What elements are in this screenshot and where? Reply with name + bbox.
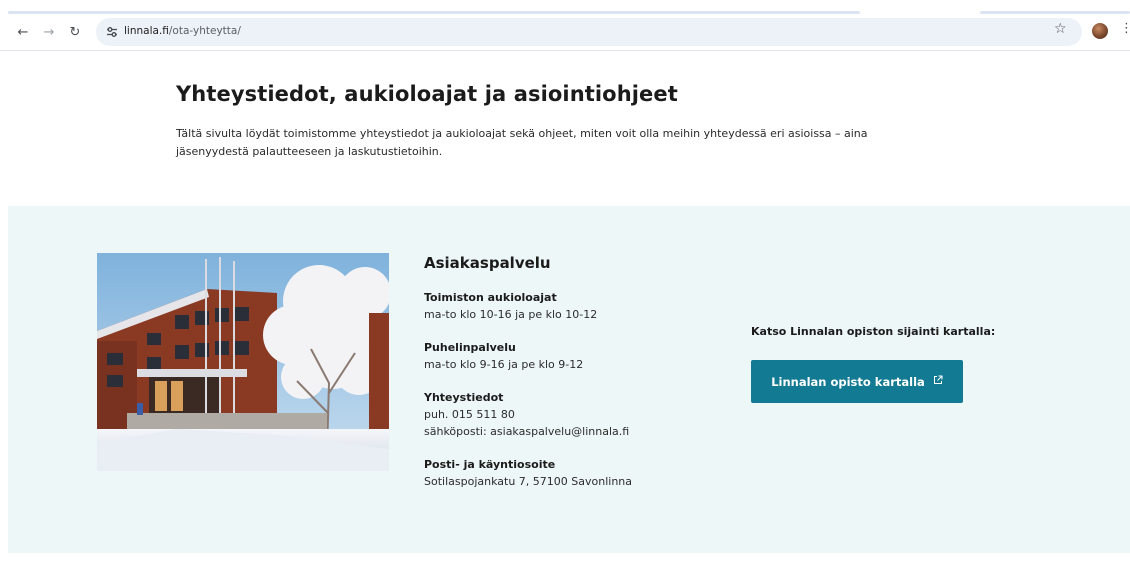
browser-toolbar: ← → ↻ linnala.fi/ota-yhteytta/ ☆ ⋮ (0, 14, 1130, 51)
office-hours-value: ma-to klo 10-16 ja pe klo 10-12 (424, 308, 598, 321)
url-host: linnala.fi (124, 25, 169, 37)
address-value: Sotilaspojankatu 7, 57100 Savonlinna (424, 475, 633, 488)
address-label: Posti- ja käyntiosoite (424, 458, 556, 471)
phone-service-value: ma-to klo 9-16 ja pe klo 9-12 (424, 358, 584, 371)
url-text: linnala.fi/ota-yhteytta/ (124, 25, 241, 37)
external-link-icon (933, 375, 943, 388)
forward-icon[interactable]: → (40, 23, 58, 41)
office-hours-block: Toimiston aukioloajat ma-to klo 10-16 ja… (424, 290, 714, 323)
building-photo (97, 253, 389, 471)
url-path: /ota-yhteytta/ (168, 25, 241, 37)
customer-service-info: Asiakaspalvelu Toimiston aukioloajat ma-… (424, 254, 714, 507)
page-title: Yhteystiedot, aukioloajat ja asiointiohj… (176, 82, 678, 106)
phone-number[interactable]: puh. 015 511 80 (424, 406, 714, 423)
back-icon[interactable]: ← (14, 23, 32, 41)
bookmark-star-icon[interactable]: ☆ (1054, 22, 1067, 36)
contact-details-label: Yhteystiedot (424, 391, 504, 404)
site-info-icon[interactable] (104, 24, 120, 40)
phone-service-block: Puhelinpalvelu ma-to klo 9-16 ja pe klo … (424, 340, 714, 373)
reload-icon[interactable]: ↻ (66, 23, 84, 41)
phone-service-label: Puhelinpalvelu (424, 341, 516, 354)
address-bar[interactable]: linnala.fi/ota-yhteytta/ (96, 18, 1082, 46)
section-heading: Asiakaspalvelu (424, 254, 551, 272)
address-block: Posti- ja käyntiosoite Sotilaspojankatu … (424, 457, 714, 490)
kebab-menu-icon[interactable]: ⋮ (1120, 22, 1130, 35)
office-hours-label: Toimiston aukioloajat (424, 291, 557, 304)
intro-text: Tältä sivulta löydät toimistomme yhteyst… (176, 127, 868, 158)
map-button-label: Linnalan opisto kartalla (771, 374, 925, 389)
map-link-button[interactable]: Linnalan opisto kartalla (751, 360, 963, 403)
contact-section: Asiakaspalvelu Toimiston aukioloajat ma-… (8, 206, 1130, 553)
profile-avatar[interactable] (1092, 23, 1108, 39)
map-label: Katso Linnalan opiston sijainti kartalla… (751, 325, 996, 338)
email-address[interactable]: sähköposti: asiakaspalvelu@linnala.fi (424, 423, 714, 440)
contact-details-block: Yhteystiedot puh. 015 511 80 sähköposti:… (424, 390, 714, 440)
